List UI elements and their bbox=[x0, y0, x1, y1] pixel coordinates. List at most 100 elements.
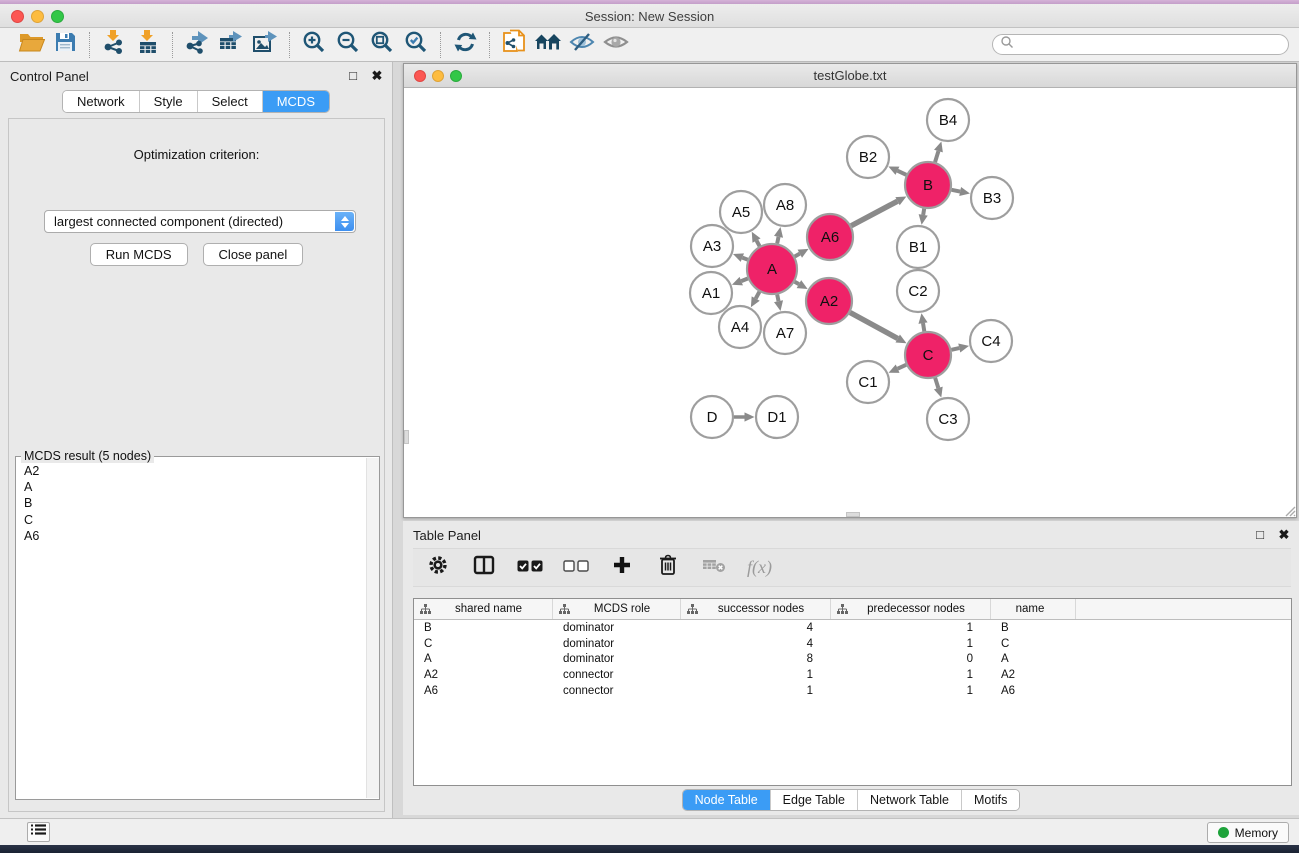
task-history-button[interactable] bbox=[27, 822, 50, 842]
delete-column-button[interactable] bbox=[655, 555, 681, 581]
deselect-all-button[interactable] bbox=[563, 555, 589, 581]
close-panel-button[interactable]: Close panel bbox=[203, 243, 304, 266]
zoom-out-button[interactable] bbox=[331, 30, 365, 60]
clone-network-button[interactable] bbox=[497, 30, 531, 60]
graph-edge-A-A3[interactable] bbox=[742, 258, 747, 260]
table-row[interactable]: Cdominator41C bbox=[414, 636, 1291, 652]
tab-motifs[interactable]: Motifs bbox=[962, 790, 1019, 810]
search-input[interactable] bbox=[1014, 36, 1288, 53]
result-item-a2[interactable]: A2 bbox=[24, 463, 371, 479]
select-all-button[interactable] bbox=[517, 555, 543, 581]
graph-edge-C-C4[interactable] bbox=[951, 348, 959, 350]
column-header-MCDS-role[interactable]: MCDS role bbox=[553, 599, 681, 619]
network-canvas[interactable]: B4B2BB3A8A5A6B1A3AC2A1A2A4A7C4CC1C3DD1 bbox=[404, 88, 1296, 517]
graph-node-A6[interactable]: A6 bbox=[807, 214, 853, 260]
export-table-button[interactable] bbox=[214, 30, 248, 60]
table-row[interactable]: Bdominator41B bbox=[414, 620, 1291, 636]
close-panel-icon[interactable]: ✖ bbox=[370, 68, 384, 84]
tab-mcds[interactable]: MCDS bbox=[263, 91, 329, 112]
graph-node-B2[interactable]: B2 bbox=[847, 136, 889, 178]
graph-node-A4[interactable]: A4 bbox=[719, 306, 761, 348]
graph-edge-A-A4[interactable] bbox=[756, 292, 760, 299]
import-network-button[interactable] bbox=[97, 30, 131, 60]
export-network-button[interactable] bbox=[180, 30, 214, 60]
result-scrollbar[interactable] bbox=[366, 458, 379, 798]
tab-node-table[interactable]: Node Table bbox=[683, 790, 771, 810]
graph-node-B1[interactable]: B1 bbox=[897, 226, 939, 268]
graph-edge-A-A2[interactable] bbox=[795, 282, 799, 284]
table-settings-button[interactable] bbox=[425, 555, 451, 581]
search-field[interactable] bbox=[992, 34, 1289, 55]
graph-edge-A-A6[interactable] bbox=[795, 254, 800, 257]
open-session-button[interactable] bbox=[14, 30, 48, 60]
column-header-predecessor-nodes[interactable]: predecessor nodes bbox=[831, 599, 991, 619]
graph-node-D1[interactable]: D1 bbox=[756, 396, 798, 438]
result-item-a6[interactable]: A6 bbox=[24, 528, 371, 544]
float-panel-icon[interactable]: □ bbox=[1253, 527, 1267, 543]
graph-edge-C-C3[interactable] bbox=[935, 378, 938, 388]
graph-node-C3[interactable]: C3 bbox=[927, 398, 969, 440]
export-image-button[interactable] bbox=[248, 30, 282, 60]
resize-grip[interactable] bbox=[1282, 503, 1296, 517]
graph-edge-A2-C[interactable] bbox=[850, 312, 898, 338]
horizontal-scroll-thumb[interactable] bbox=[846, 512, 860, 517]
home-button[interactable] bbox=[531, 30, 565, 60]
tab-edge-table[interactable]: Edge Table bbox=[771, 790, 858, 810]
tab-network-table[interactable]: Network Table bbox=[858, 790, 962, 810]
graph-edge-B-B2[interactable] bbox=[897, 171, 906, 175]
save-session-button[interactable] bbox=[48, 30, 82, 60]
graph-edge-A-A8[interactable] bbox=[777, 237, 778, 244]
graph-node-A[interactable]: A bbox=[747, 244, 797, 294]
graph-edge-A-A5[interactable] bbox=[757, 241, 760, 247]
graph-node-A2[interactable]: A2 bbox=[806, 278, 852, 324]
graph-edge-B-B3[interactable] bbox=[952, 190, 961, 192]
graph-node-B[interactable]: B bbox=[905, 162, 951, 208]
import-table-button[interactable] bbox=[131, 30, 165, 60]
graph-node-A5[interactable]: A5 bbox=[720, 191, 762, 233]
graph-node-B4[interactable]: B4 bbox=[927, 99, 969, 141]
create-column-button[interactable] bbox=[609, 555, 635, 581]
zoom-selected-button[interactable] bbox=[399, 30, 433, 60]
result-item-b[interactable]: B bbox=[24, 495, 371, 511]
graph-edge-A-A7[interactable] bbox=[777, 294, 778, 301]
graph-node-A1[interactable]: A1 bbox=[690, 272, 732, 314]
vertical-scroll-thumb[interactable] bbox=[404, 430, 409, 444]
hide-panels-button[interactable] bbox=[565, 30, 599, 60]
network-window-titlebar[interactable]: testGlobe.txt bbox=[404, 64, 1296, 88]
graph-node-B3[interactable]: B3 bbox=[971, 177, 1013, 219]
graph-edge-C-C1[interactable] bbox=[898, 365, 906, 369]
tab-network[interactable]: Network bbox=[63, 91, 140, 112]
graph-edge-A6-B[interactable] bbox=[851, 201, 897, 226]
graph-node-A3[interactable]: A3 bbox=[691, 225, 733, 267]
result-item-c[interactable]: C bbox=[24, 512, 371, 528]
graph-edge-A-A1[interactable] bbox=[741, 279, 748, 282]
result-item-a[interactable]: A bbox=[24, 479, 371, 495]
tab-style[interactable]: Style bbox=[140, 91, 198, 112]
zoom-fit-button[interactable] bbox=[365, 30, 399, 60]
graph-node-D[interactable]: D bbox=[691, 396, 733, 438]
table-row[interactable]: Adominator80A bbox=[414, 652, 1291, 668]
graph-edge-B-B1[interactable] bbox=[923, 209, 924, 215]
refresh-button[interactable] bbox=[448, 30, 482, 60]
graph-edge-C-C2[interactable] bbox=[923, 323, 924, 331]
graph-node-A7[interactable]: A7 bbox=[764, 312, 806, 354]
column-header-name[interactable]: name bbox=[991, 599, 1076, 619]
memory-button[interactable]: Memory bbox=[1207, 822, 1289, 843]
graph-node-C[interactable]: C bbox=[905, 332, 951, 378]
tab-select[interactable]: Select bbox=[198, 91, 263, 112]
table-row[interactable]: A2connector11A2 bbox=[414, 667, 1291, 683]
float-panel-icon[interactable]: □ bbox=[346, 68, 360, 84]
graph-edge-B-B4[interactable] bbox=[935, 151, 938, 162]
graph-node-C1[interactable]: C1 bbox=[847, 361, 889, 403]
table-row[interactable]: A6connector11A6 bbox=[414, 683, 1291, 699]
graph-node-A8[interactable]: A8 bbox=[764, 184, 806, 226]
column-header-shared-name[interactable]: shared name bbox=[414, 599, 553, 619]
column-header-successor-nodes[interactable]: successor nodes bbox=[681, 599, 831, 619]
show-columns-button[interactable] bbox=[471, 555, 497, 581]
graph-node-C4[interactable]: C4 bbox=[970, 320, 1012, 362]
show-panels-button[interactable] bbox=[599, 30, 633, 60]
zoom-in-button[interactable] bbox=[297, 30, 331, 60]
run-mcds-button[interactable]: Run MCDS bbox=[90, 243, 188, 266]
close-panel-icon[interactable]: ✖ bbox=[1277, 527, 1291, 543]
optimization-criterion-dropdown[interactable]: largest connected component (directed) bbox=[44, 210, 356, 233]
